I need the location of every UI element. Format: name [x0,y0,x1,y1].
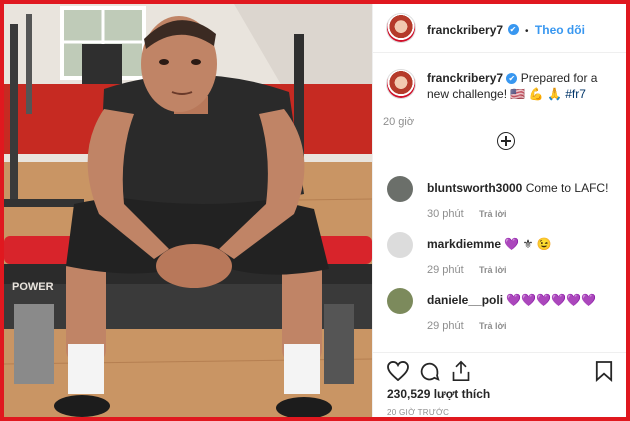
post-caption: franckribery7 ✔ Prepared for a new chall… [383,70,613,130]
caption-time[interactable]: 20 giờ [383,114,613,130]
comment-item: bluntsworth3000 Come to LAFC! 30 phút Tr… [387,176,613,220]
post-side-panel: franckribery7 ✔ • Theo dõi franckribery7… [372,4,626,417]
likes-count[interactable]: 230,529 lượt thích [387,387,490,401]
post-timestamp[interactable]: 20 GIỜ TRƯỚC [387,408,449,417]
comment-text: 💜 ⚜ 😉 [504,237,552,251]
comment-text: 💜💜💜💜💜💜 [506,293,597,307]
plus-circle-icon[interactable] [497,132,515,150]
caption-emojis: 🇺🇸 💪 🙏 [510,87,562,101]
comment-body: daniele__poli 💜💜💜💜💜💜 [427,288,613,308]
comment-meta: 29 phút Trả lời [427,318,613,332]
comment-avatar[interactable] [387,232,413,258]
comment-item: daniele__poli 💜💜💜💜💜💜 29 phút Trả lời [387,288,613,332]
comment-meta: 30 phút Trả lời [427,206,613,220]
separator-dot: • [524,26,529,37]
comment-item: markdiemme 💜 ⚜ 😉 29 phút Trả lời [387,232,613,276]
svg-text:POWER: POWER [12,281,54,293]
comment-avatar[interactable] [387,288,413,314]
bookmark-icon[interactable] [595,360,613,382]
comment-time[interactable]: 29 phút [427,264,464,276]
comment-body: bluntsworth3000 Come to LAFC! [427,176,613,196]
caption-username[interactable]: franckribery7 [427,71,503,85]
photo-illustration: POWER [4,4,372,417]
verified-badge-icon: ✔ [507,24,519,36]
caption-hashtag[interactable]: #fr7 [565,87,586,101]
post-photo[interactable]: POWER [4,4,372,417]
follow-button[interactable]: Theo dõi [535,23,585,37]
comment-avatar[interactable] [387,176,413,202]
reply-button[interactable]: Trả lời [479,321,506,331]
author-avatar[interactable] [387,14,415,42]
heart-icon[interactable] [387,361,409,381]
header-line: franckribery7 ✔ • Theo dõi [427,21,585,39]
share-icon[interactable] [451,360,471,382]
comment-time[interactable]: 30 phút [427,208,464,220]
comment-meta: 29 phút Trả lời [427,262,613,276]
post-actions-bar: 230,529 lượt thích 20 GIỜ TRƯỚC [373,352,626,417]
caption-body: franckribery7 ✔ Prepared for a new chall… [427,70,613,102]
comment-body: markdiemme 💜 ⚜ 😉 [427,232,613,252]
reply-button[interactable]: Trả lời [479,209,506,219]
caption-avatar[interactable] [387,70,415,98]
comment-username[interactable]: bluntsworth3000 [427,181,522,195]
reply-button[interactable]: Trả lời [479,265,506,275]
post-header: franckribery7 ✔ • Theo dõi [373,4,626,53]
author-username[interactable]: franckribery7 [427,23,503,37]
instagram-post-card: POWER franckribery7 ✔ • Theo dõi franckr… [4,4,626,417]
comment-time[interactable]: 29 phút [427,320,464,332]
caption-verified-icon: ✔ [506,73,518,85]
comment-text: Come to LAFC! [525,181,609,195]
comment-username[interactable]: markdiemme [427,237,501,251]
comment-username[interactable]: daniele__poli [427,293,503,307]
comment-icon[interactable] [419,361,440,382]
